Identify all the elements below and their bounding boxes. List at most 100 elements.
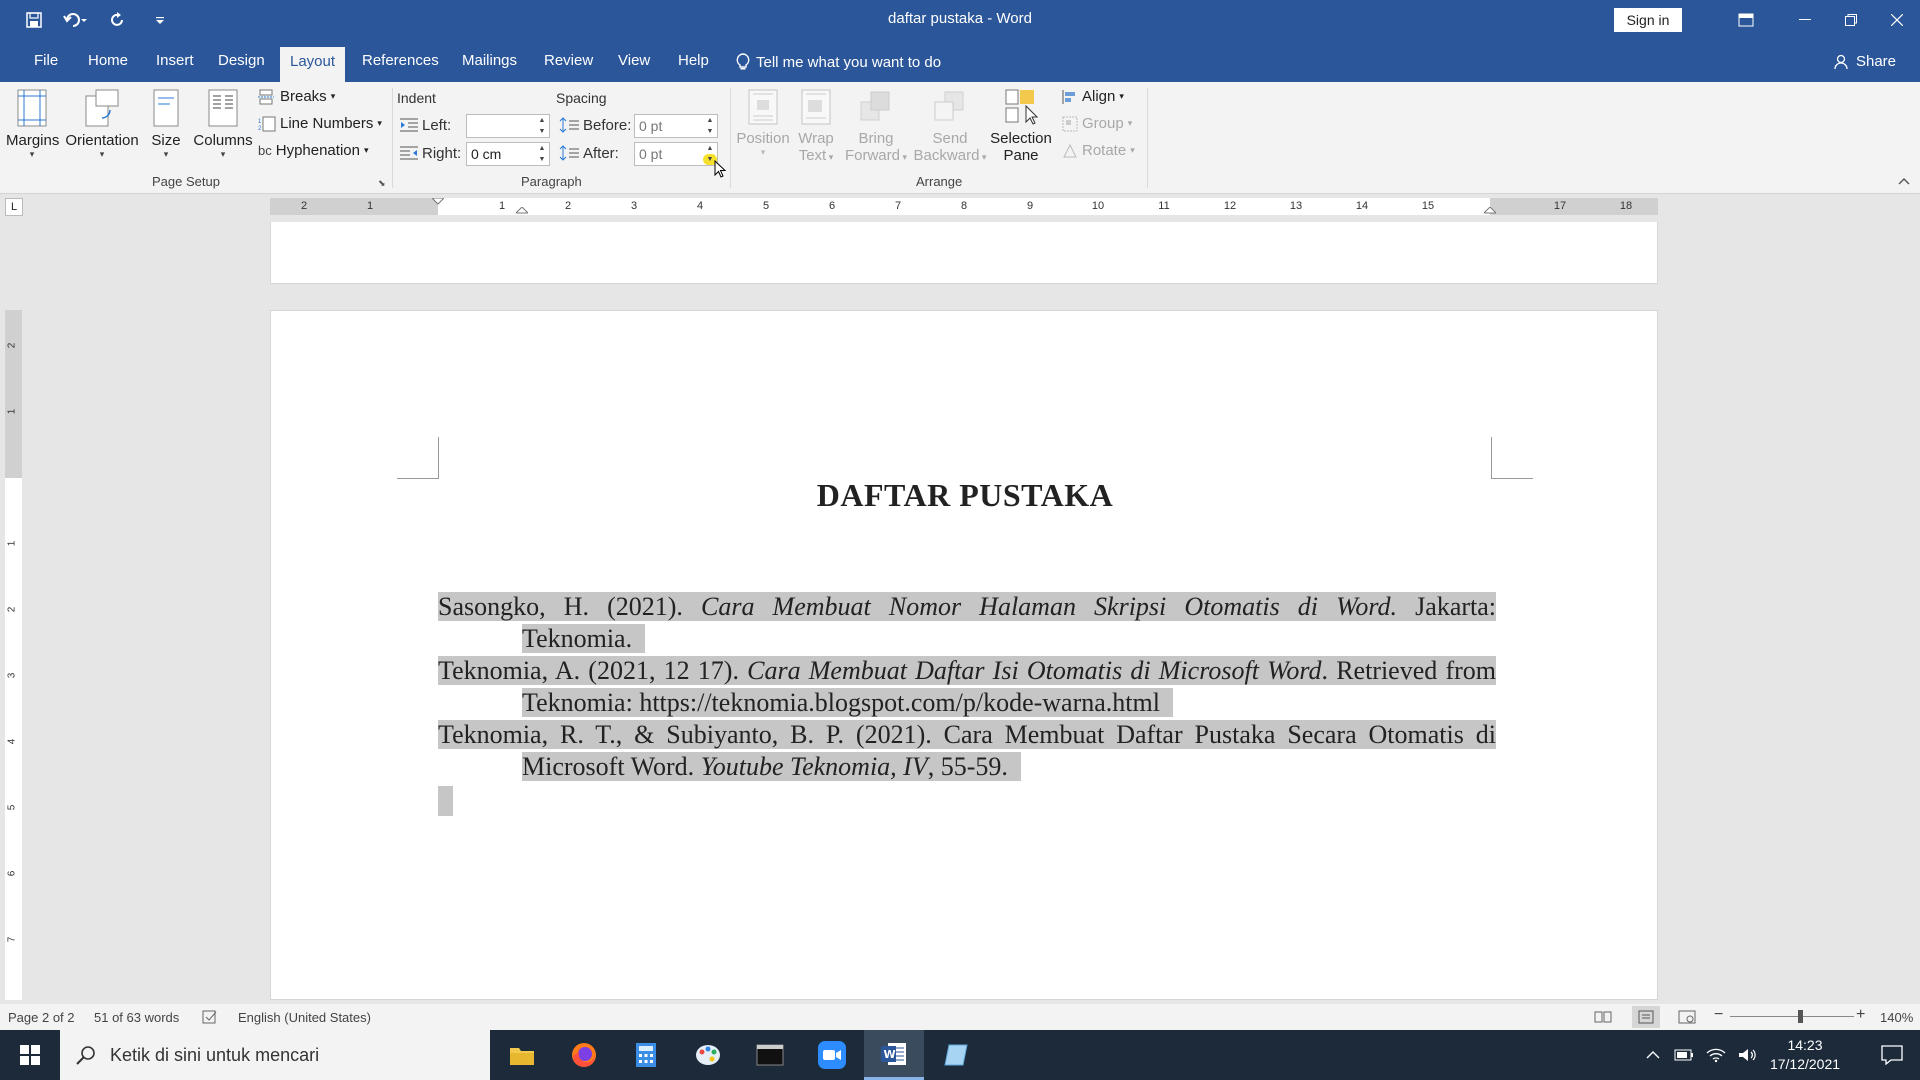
zoom-level[interactable]: 140% — [1880, 1010, 1913, 1025]
system-tray — [1646, 1030, 1758, 1080]
bring-forward-button[interactable]: Bring Forward ▾ — [842, 88, 910, 164]
hyphenation-button[interactable]: bc Hyphenation ▾ — [258, 142, 369, 159]
empty-paragraph[interactable] — [438, 783, 1496, 817]
collapse-ribbon-icon[interactable] — [1898, 172, 1910, 188]
word-count[interactable]: 51 of 63 words — [94, 1010, 179, 1025]
svg-text:W: W — [884, 1048, 896, 1061]
taskbar-clock[interactable]: 14:23 17/12/2021 — [1760, 1036, 1850, 1074]
page-count[interactable]: Page 2 of 2 — [8, 1010, 75, 1025]
print-layout-view[interactable] — [1632, 1006, 1660, 1028]
print-layout-icon — [1638, 1010, 1654, 1024]
hanging-indent-marker[interactable] — [516, 207, 528, 215]
page-setup-dialog-launcher-icon[interactable]: ⬊ — [378, 178, 386, 189]
show-hidden-icons-icon[interactable] — [1646, 1050, 1660, 1060]
reference-entry[interactable]: Sasongko, H. (2021). Cara Membuat Nomor … — [438, 591, 1497, 655]
tab-view[interactable]: View — [608, 48, 660, 74]
calculator-icon — [636, 1043, 656, 1067]
taskbar-notes-app[interactable] — [926, 1030, 986, 1080]
zoom-slider-thumb[interactable] — [1798, 1010, 1803, 1023]
web-layout-icon[interactable] — [1678, 1010, 1696, 1024]
start-button[interactable] — [0, 1030, 60, 1080]
sign-in-button[interactable]: Sign in — [1614, 8, 1682, 32]
rotate-button[interactable]: Rotate ▾ — [1062, 142, 1135, 159]
spacing-before-field[interactable]: 0 pt ▲ ▼ — [634, 114, 718, 138]
vertical-ruler[interactable]: 2 1 1 2 3 4 5 6 7 — [5, 310, 22, 1000]
reference-list[interactable]: Sasongko, H. (2021). Cara Membuat Nomor … — [438, 591, 1497, 817]
size-button[interactable]: Size ▾ — [148, 88, 184, 159]
tab-review[interactable]: Review — [534, 48, 603, 74]
tab-references[interactable]: References — [352, 48, 449, 74]
tab-insert[interactable]: Insert — [146, 48, 204, 74]
orientation-icon — [85, 89, 119, 127]
taskbar-paint-app[interactable] — [678, 1030, 738, 1080]
page-setup-group-label: Page Setup — [152, 174, 220, 189]
close-icon[interactable] — [1874, 0, 1920, 40]
zoom-in-button[interactable]: + — [1856, 1006, 1865, 1024]
share-label: Share — [1855, 53, 1896, 70]
tab-layout[interactable]: Layout — [280, 47, 346, 82]
breaks-button[interactable]: Breaks ▾ — [258, 88, 335, 105]
proofing-icon[interactable] — [202, 1010, 218, 1024]
tab-mailings[interactable]: Mailings — [452, 48, 527, 74]
taskbar-search-box[interactable]: Ketik di sini untuk mencari — [60, 1030, 490, 1080]
taskbar-calculator[interactable] — [616, 1030, 676, 1080]
orientation-button[interactable]: Orientation ▾ — [64, 88, 140, 159]
tab-file[interactable]: File — [24, 48, 68, 74]
horizontal-ruler[interactable]: 2 1 1 2 3 4 5 6 7 8 9 10 11 12 13 14 15 … — [270, 198, 1658, 215]
send-backward-button[interactable]: Send Backward ▾ — [910, 88, 990, 164]
first-line-indent-marker[interactable] — [432, 198, 444, 206]
indent-right-icon — [400, 146, 418, 163]
position-button[interactable]: Position ▾ — [732, 88, 794, 157]
selection-pane-button[interactable]: Selection Pane — [988, 88, 1054, 164]
indent-label: Indent — [397, 90, 436, 106]
indent-right-field[interactable]: 0 cm ▲ ▼ — [466, 142, 550, 166]
tab-home[interactable]: Home — [78, 48, 138, 74]
wrap-text-button[interactable]: Wrap Text ▾ — [796, 88, 836, 164]
taskbar-zoom[interactable] — [802, 1030, 862, 1080]
indent-left-field[interactable]: ▲ ▼ — [466, 114, 550, 138]
taskbar-word[interactable]: W — [864, 1030, 924, 1080]
indent-left-label: Left: — [422, 117, 452, 134]
ribbon-display-options-icon[interactable] — [1716, 0, 1776, 40]
taskbar-terminal[interactable] — [740, 1030, 800, 1080]
reference-entry[interactable]: Teknomia, A. (2021, 12 17). Cara Membuat… — [438, 655, 1496, 719]
send-backward-icon — [934, 91, 964, 121]
restore-icon[interactable] — [1828, 0, 1874, 40]
margins-button[interactable]: Margins ▾ — [6, 88, 59, 159]
tab-design[interactable]: Design — [208, 48, 275, 74]
svg-text:1: 1 — [258, 119, 262, 125]
volume-icon[interactable] — [1738, 1047, 1758, 1063]
selection-pane-icon — [1005, 89, 1038, 125]
spacing-after-field[interactable]: 0 pt ▲ ▼ — [634, 142, 718, 166]
read-mode-icon[interactable] — [1594, 1010, 1612, 1024]
columns-button[interactable]: Columns ▾ — [192, 88, 254, 159]
language-indicator[interactable]: English (United States) — [238, 1010, 371, 1025]
zoom-out-button[interactable]: − — [1714, 1006, 1723, 1024]
reference-entry[interactable]: Teknomia, R. T., & Subiyanto, B. P. (202… — [438, 719, 1496, 783]
wifi-icon[interactable] — [1706, 1047, 1726, 1063]
firefox-icon — [572, 1043, 596, 1067]
tab-selector[interactable]: L — [5, 198, 23, 216]
minimize-icon[interactable] — [1782, 0, 1828, 40]
status-bar: Page 2 of 2 51 of 63 words English (Unit… — [0, 1004, 1920, 1030]
spacing-before-label: Before: — [583, 117, 632, 134]
spacing-after-up-arrow[interactable]: ▲ — [703, 143, 717, 154]
battery-icon[interactable] — [1674, 1049, 1694, 1061]
zoom-slider[interactable] — [1730, 1010, 1854, 1023]
align-button[interactable]: Align ▾ — [1062, 88, 1124, 105]
tab-help[interactable]: Help — [668, 48, 719, 74]
line-numbers-button[interactable]: 12 Line Numbers ▾ — [258, 115, 382, 132]
columns-icon — [208, 89, 238, 127]
tell-me-search[interactable]: Tell me what you want to do — [736, 53, 941, 71]
taskbar-file-explorer[interactable] — [492, 1030, 552, 1080]
taskbar-firefox[interactable] — [554, 1030, 614, 1080]
group-button[interactable]: Group ▾ — [1062, 115, 1132, 132]
clock-time: 14:23 — [1787, 1037, 1823, 1053]
notifications-button[interactable] — [1862, 1030, 1920, 1080]
rotate-icon — [1063, 143, 1077, 157]
document-page[interactable]: DAFTAR PUSTAKA Sasongko, H. (2021). Cara… — [270, 310, 1658, 1000]
share-button[interactable]: Share — [1834, 53, 1896, 70]
notification-icon — [1881, 1045, 1903, 1065]
indent-left-icon — [400, 118, 418, 135]
right-indent-marker[interactable] — [1484, 207, 1496, 215]
